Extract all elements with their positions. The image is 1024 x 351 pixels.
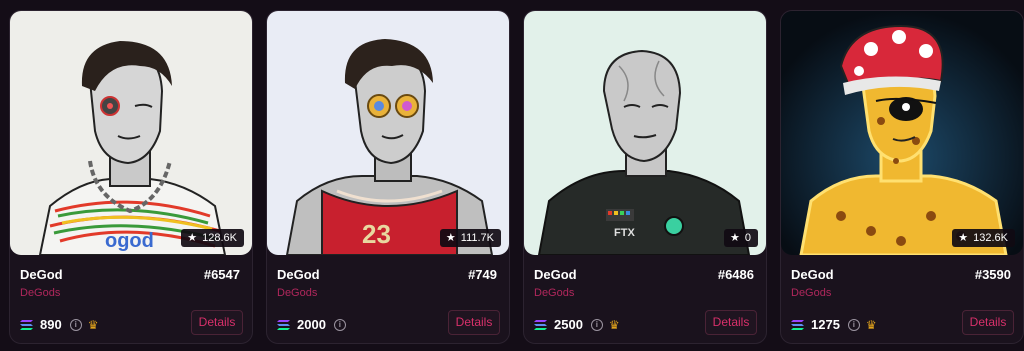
price: 1275 i ♛ — [791, 317, 877, 332]
info-icon[interactable]: i — [69, 318, 82, 331]
nft-artwork — [781, 11, 1023, 255]
nft-card[interactable]: ogod ★ 128.6K DeGod #6547 DeGods 890 i ♛… — [9, 10, 253, 344]
price: 2000 i — [277, 317, 346, 332]
likes-count: 0 — [744, 232, 751, 244]
nft-number: #3590 — [974, 267, 1011, 282]
crown-icon: ♛ — [608, 317, 620, 332]
nft-title: DeGod — [534, 267, 577, 282]
details-button[interactable]: Details — [705, 310, 757, 335]
star-icon: ★ — [958, 232, 969, 244]
likes-badge[interactable]: ★ 111.7K — [439, 229, 501, 247]
info-icon[interactable]: i — [847, 318, 860, 331]
nft-title: DeGod — [20, 267, 63, 282]
nft-image[interactable]: ogod ★ 128.6K — [10, 11, 252, 255]
star-icon: ★ — [187, 232, 198, 244]
nft-title: DeGod — [277, 267, 320, 282]
nft-card[interactable]: 23 ★ 111.7K DeGod #749 DeGods 2000 i Det… — [266, 10, 510, 344]
svg-text:FTX: FTX — [614, 227, 635, 239]
likes-count: 128.6K — [202, 232, 237, 244]
nft-artwork: ogod — [10, 11, 252, 255]
nft-number: #6547 — [203, 267, 240, 282]
collection-link[interactable]: DeGods — [20, 287, 60, 299]
nft-number: #749 — [468, 267, 497, 282]
collection-link[interactable]: DeGods — [791, 287, 831, 299]
svg-text:23: 23 — [362, 219, 391, 249]
price-value: 1275 — [811, 317, 840, 332]
price-value: 2500 — [554, 317, 583, 332]
collection-link[interactable]: DeGods — [277, 287, 317, 299]
details-button[interactable]: Details — [962, 310, 1014, 335]
likes-badge[interactable]: ★ 0 — [724, 229, 758, 247]
likes-count: 132.6K — [973, 232, 1008, 244]
likes-badge[interactable]: ★ 128.6K — [181, 229, 244, 247]
likes-badge[interactable]: ★ 132.6K — [952, 229, 1015, 247]
price-value: 890 — [40, 317, 62, 332]
info-icon[interactable]: i — [590, 318, 603, 331]
price: 890 i ♛ — [20, 317, 98, 332]
solana-icon — [277, 319, 290, 330]
star-icon: ★ — [730, 232, 740, 244]
nft-image[interactable]: ★ 132.6K — [781, 11, 1023, 255]
nft-image[interactable]: FTX ★ 0 — [524, 11, 766, 255]
nft-card-grid: ogod ★ 128.6K DeGod #6547 DeGods 890 i ♛… — [0, 0, 1024, 351]
collection-link[interactable]: DeGods — [534, 287, 574, 299]
nft-card[interactable]: FTX ★ 0 DeGod #6486 DeGods 2500 i ♛ Deta… — [523, 10, 767, 344]
nft-image[interactable]: 23 ★ 111.7K — [267, 11, 509, 255]
nft-card[interactable]: ★ 132.6K DeGod #3590 DeGods 1275 i ♛ Det… — [780, 10, 1024, 344]
price: 2500 i ♛ — [534, 317, 620, 332]
solana-icon — [791, 319, 804, 330]
solana-icon — [20, 319, 33, 330]
svg-text:ogod: ogod — [105, 230, 154, 252]
info-icon[interactable]: i — [333, 318, 346, 331]
price-value: 2000 — [297, 317, 326, 332]
nft-number: #6486 — [717, 267, 754, 282]
solana-icon — [534, 319, 547, 330]
nft-artwork: 23 — [267, 11, 509, 255]
details-button[interactable]: Details — [191, 310, 243, 335]
crown-icon: ♛ — [87, 317, 99, 332]
star-icon: ★ — [445, 232, 456, 244]
nft-artwork: FTX — [524, 11, 766, 255]
nft-title: DeGod — [791, 267, 834, 282]
details-button[interactable]: Details — [448, 310, 500, 335]
crown-icon: ♛ — [865, 317, 877, 332]
likes-count: 111.7K — [460, 232, 494, 244]
